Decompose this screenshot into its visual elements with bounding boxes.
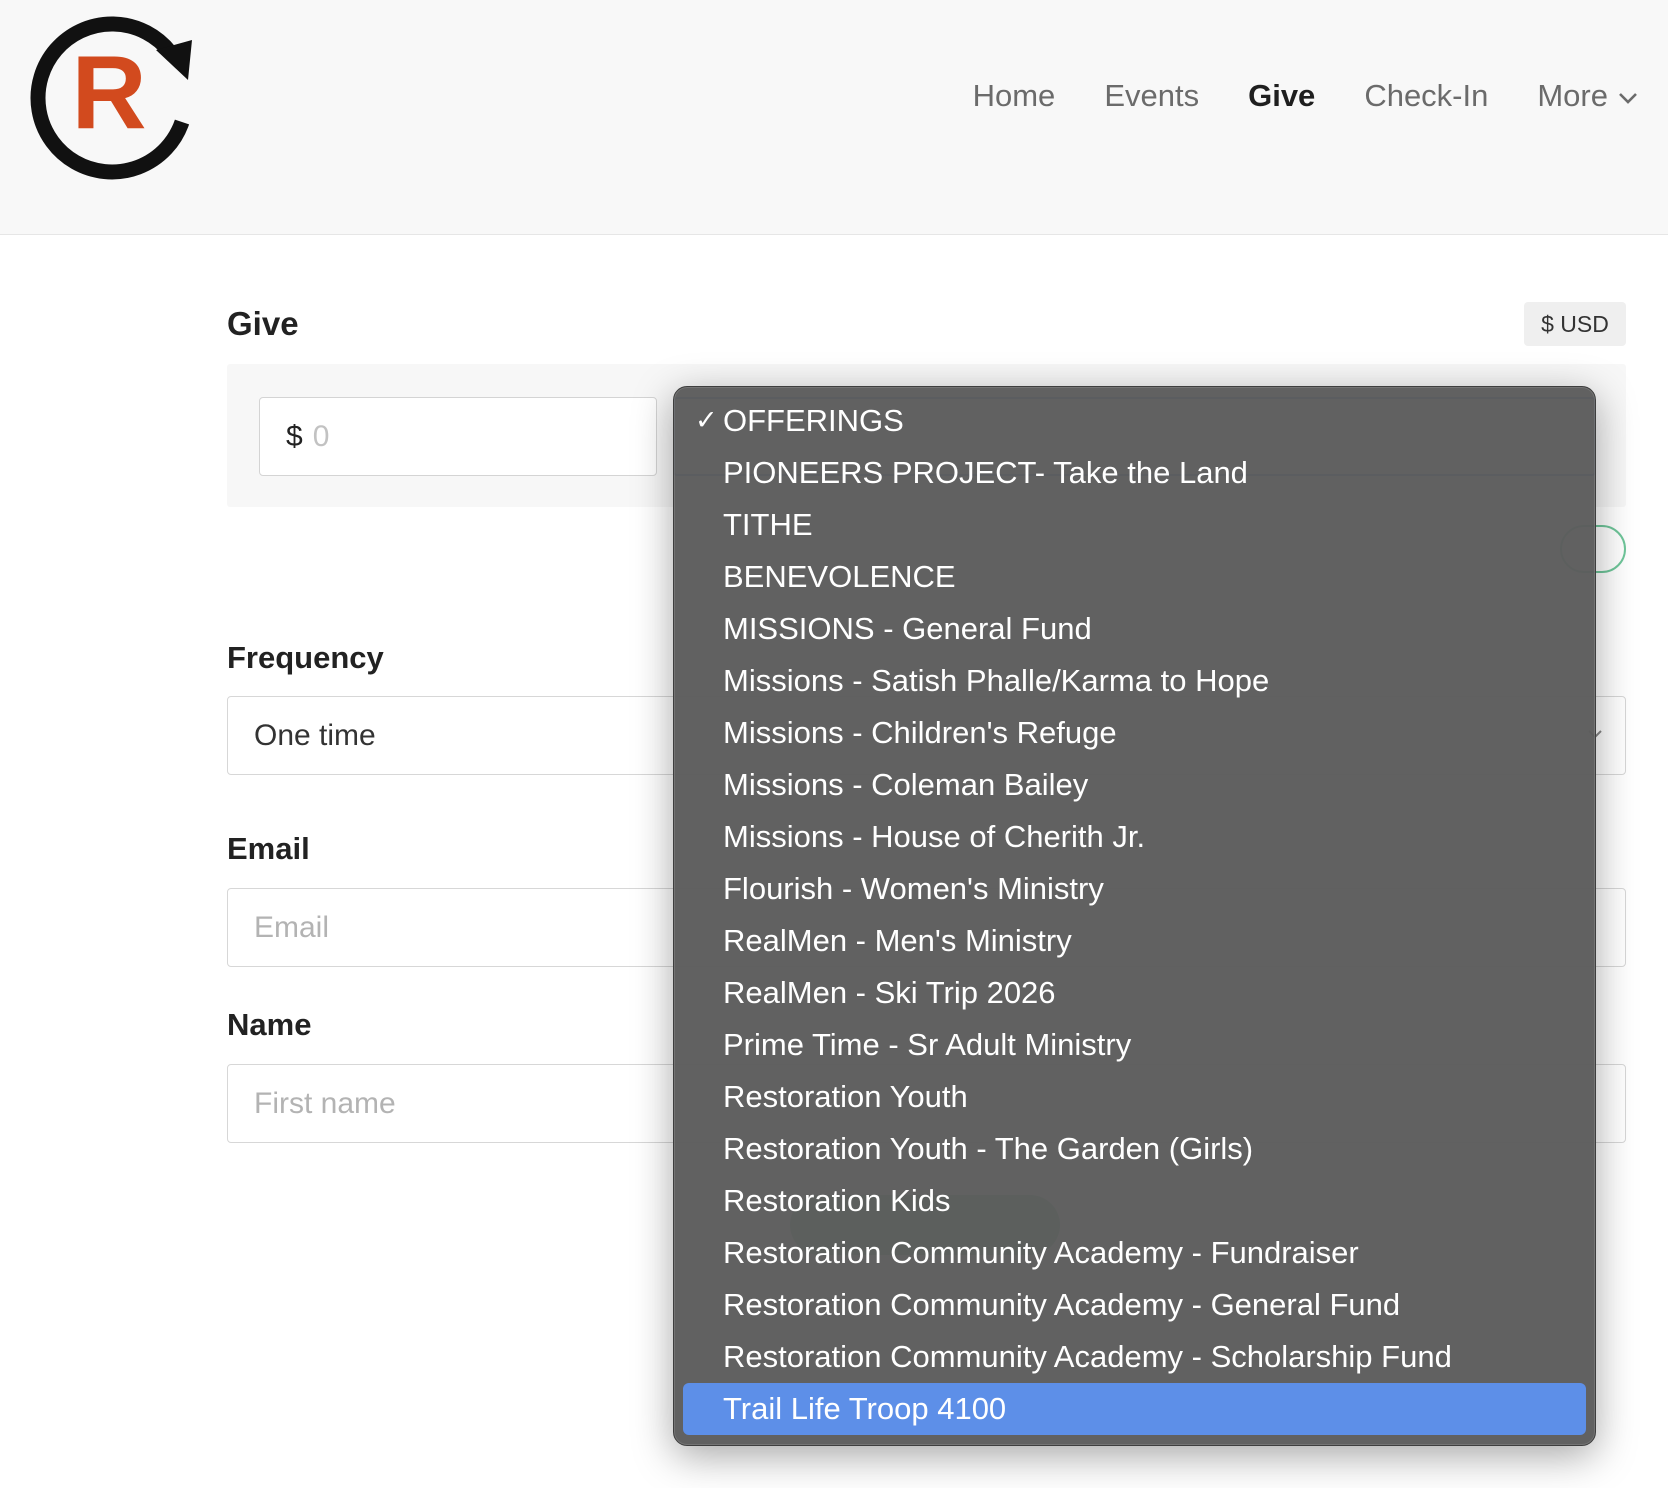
frequency-label: Frequency bbox=[227, 640, 384, 675]
currency-symbol: $ bbox=[286, 419, 303, 453]
nav-check-in[interactable]: Check-In bbox=[1364, 78, 1488, 114]
fund-option[interactable]: Restoration Community Academy - Fundrais… bbox=[683, 1227, 1586, 1279]
fund-option-label: OFFERINGS bbox=[723, 403, 904, 438]
fund-option-label: Flourish - Women's Ministry bbox=[723, 871, 1104, 906]
nav-events[interactable]: Events bbox=[1104, 78, 1199, 114]
church-logo-icon[interactable]: R bbox=[22, 10, 200, 180]
amount-placeholder: 0 bbox=[312, 419, 330, 453]
nav-home-label: Home bbox=[972, 78, 1056, 113]
main-nav: Home Events Give Check-In More bbox=[924, 78, 1638, 114]
nav-give[interactable]: Give bbox=[1248, 78, 1315, 114]
fund-option-label: RealMen - Men's Ministry bbox=[723, 923, 1072, 958]
fund-dropdown-menu[interactable]: ✓ OFFERINGS PIONEERS PROJECT- Take the Lan… bbox=[673, 386, 1596, 1446]
site-header: R Home Events Give Check-In More bbox=[0, 0, 1668, 235]
page-title: Give bbox=[227, 305, 299, 342]
fund-option-label: Missions - House of Cherith Jr. bbox=[723, 819, 1146, 854]
fund-option-label: Missions - Coleman Bailey bbox=[723, 767, 1089, 802]
fund-option[interactable]: Restoration Youth bbox=[683, 1071, 1586, 1123]
fund-option-label: Restoration Kids bbox=[723, 1183, 951, 1218]
fund-option-label: RealMen - Ski Trip 2026 bbox=[723, 975, 1056, 1010]
fund-option[interactable]: RealMen - Men's Ministry bbox=[683, 915, 1586, 967]
fund-option[interactable]: Flourish - Women's Ministry bbox=[683, 863, 1586, 915]
fund-option-label: BENEVOLENCE bbox=[723, 559, 956, 594]
nav-events-label: Events bbox=[1104, 78, 1200, 113]
fund-option[interactable]: RealMen - Ski Trip 2026 bbox=[683, 967, 1586, 1019]
fund-option[interactable]: Restoration Community Academy - Scholars… bbox=[683, 1331, 1586, 1383]
fund-option-label: Prime Time - Sr Adult Ministry bbox=[723, 1027, 1132, 1062]
first-name-placeholder: First name bbox=[254, 1086, 396, 1120]
fund-option-label: Trail Life Troop 4100 bbox=[723, 1391, 1007, 1426]
fund-option-label: Restoration Community Academy - Fundrais… bbox=[723, 1235, 1359, 1270]
email-label: Email bbox=[227, 831, 310, 866]
fund-option-label: MISSIONS - General Fund bbox=[723, 611, 1092, 646]
fund-option-label: Missions - Satish Phalle/Karma to Hope bbox=[723, 663, 1270, 698]
fund-option[interactable]: TITHE bbox=[683, 499, 1586, 551]
fund-option[interactable]: Missions - House of Cherith Jr. bbox=[683, 811, 1586, 863]
checkmark-icon: ✓ bbox=[695, 405, 718, 435]
svg-text:R: R bbox=[71, 35, 146, 151]
amount-input[interactable]: $ 0 bbox=[259, 397, 657, 476]
fund-option[interactable]: Missions - Coleman Bailey bbox=[683, 759, 1586, 811]
fund-option-label: PIONEERS PROJECT- Take the Land bbox=[723, 455, 1248, 490]
name-label: Name bbox=[227, 1007, 312, 1042]
fund-option-label: Restoration Community Academy - General … bbox=[723, 1287, 1401, 1322]
nav-check-in-label: Check-In bbox=[1364, 78, 1489, 113]
currency-badge[interactable]: $ USD bbox=[1524, 302, 1626, 346]
fund-option[interactable]: Restoration Kids bbox=[683, 1175, 1586, 1227]
fund-option[interactable]: Restoration Community Academy - General … bbox=[683, 1279, 1586, 1331]
fund-option[interactable]: PIONEERS PROJECT- Take the Land bbox=[683, 447, 1586, 499]
fund-option[interactable]: Prime Time - Sr Adult Ministry bbox=[683, 1019, 1586, 1071]
nav-home[interactable]: Home bbox=[973, 78, 1056, 114]
fund-option[interactable]: Missions - Satish Phalle/Karma to Hope bbox=[683, 655, 1586, 707]
fund-option-label: Restoration Youth - The Garden (Girls) bbox=[723, 1131, 1254, 1166]
fund-option[interactable]: Restoration Youth - The Garden (Girls) bbox=[683, 1123, 1586, 1175]
fund-option[interactable]: ✓ OFFERINGS bbox=[683, 395, 1586, 447]
nav-more[interactable]: More bbox=[1537, 78, 1638, 114]
fund-option[interactable]: BENEVOLENCE bbox=[683, 551, 1586, 603]
fund-option-label: TITHE bbox=[723, 507, 813, 542]
fund-option[interactable]: MISSIONS - General Fund bbox=[683, 603, 1586, 655]
fund-option[interactable]: Missions - Children's Refuge bbox=[683, 707, 1586, 759]
chevron-down-icon bbox=[1619, 93, 1637, 104]
nav-more-label: More bbox=[1537, 78, 1608, 113]
email-placeholder: Email bbox=[254, 910, 330, 944]
fund-option-label: Restoration Youth bbox=[723, 1079, 968, 1114]
nav-give-label: Give bbox=[1248, 78, 1316, 113]
frequency-value: One time bbox=[254, 718, 376, 752]
fund-option-label: Missions - Children's Refuge bbox=[723, 715, 1117, 750]
fund-option[interactable]: Trail Life Troop 4100 bbox=[683, 1383, 1586, 1435]
fund-option-label: Restoration Community Academy - Scholars… bbox=[723, 1339, 1452, 1374]
